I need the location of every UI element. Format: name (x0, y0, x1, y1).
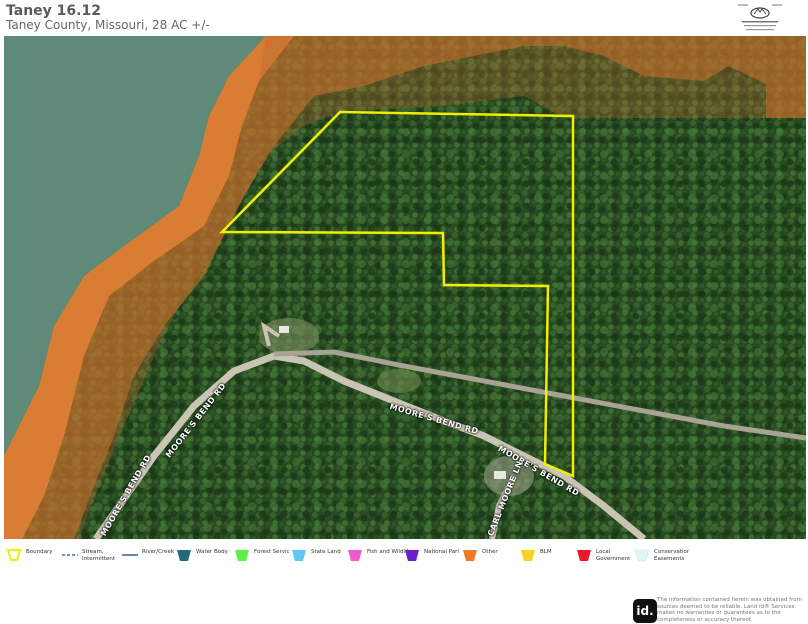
conservation-easements-icon (634, 549, 650, 562)
stream-intermittent-icon (62, 554, 78, 556)
legend-item-national-park: National Parl (404, 544, 462, 572)
legend-item-river: River/Creek (122, 544, 180, 572)
map-legend: Boundary Stream, Intermittent River/Cree… (4, 542, 804, 574)
fish-wildlife-icon (348, 550, 362, 561)
legend-item-state-land: State Land (291, 544, 347, 572)
landid-logo-icon: id. (633, 599, 657, 623)
local-government-icon (577, 550, 591, 561)
legend-item-fish-wildlife: Fish and Wildlife (347, 544, 412, 572)
map-imagery (4, 36, 806, 539)
map-subtitle: Taney County, Missouri, 28 AC +/- (6, 18, 210, 32)
legend-item-boundary: Boundary (6, 544, 64, 572)
legend-item-stream: Stream, Intermittent (62, 544, 124, 572)
disclaimer-text: The information contained herein was obt… (657, 597, 802, 623)
national-park-icon (405, 550, 419, 561)
blm-icon (521, 550, 535, 561)
map-title: Taney 16.12 (6, 3, 101, 19)
other-icon (463, 550, 477, 561)
satellite-map[interactable]: MOORE'S BEND RD MOORE'S BEND RD MOORE'S … (4, 36, 806, 539)
brokerage-logo-icon (734, 0, 786, 36)
legend-item-other: Other (462, 544, 518, 572)
state-land-icon (292, 550, 306, 561)
legend-item-water-body: Water Body (176, 544, 236, 572)
legend-item-blm: BLM (520, 544, 576, 572)
legend-item-conservation-easements: Conservatior Easements (634, 544, 704, 572)
water-body-icon (177, 550, 191, 561)
legend-item-forest-service: Forest Servic (234, 544, 294, 572)
river-creek-icon (122, 554, 138, 556)
legend-item-local-government: Local Government (576, 544, 636, 572)
forest-service-icon (235, 550, 249, 561)
boundary-icon (6, 549, 22, 561)
